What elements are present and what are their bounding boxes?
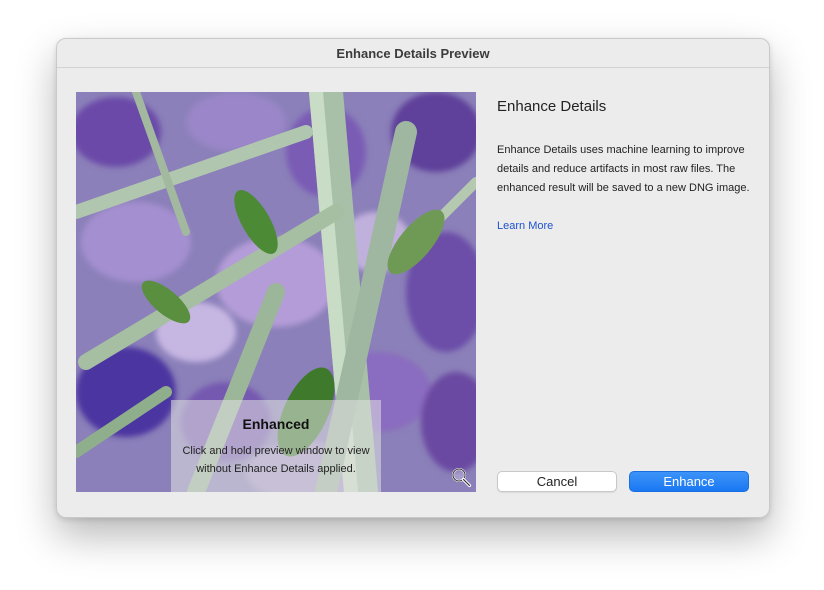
dialog-window: Enhance Details Preview Enhanced Click a… — [56, 38, 770, 518]
preview-overlay: Enhanced Click and hold preview window t… — [171, 400, 381, 492]
info-panel: Enhance Details Enhance Details uses mac… — [497, 92, 752, 234]
overlay-title: Enhanced — [242, 416, 310, 432]
overlay-instructions: Click and hold preview window to view wi… — [182, 445, 370, 475]
preview-image[interactable]: Enhanced Click and hold preview window t… — [76, 92, 476, 492]
panel-title: Enhance Details — [497, 98, 607, 115]
learn-more-link[interactable]: Learn More — [497, 220, 553, 232]
enhance-button[interactable]: Enhance — [629, 471, 749, 492]
cancel-button[interactable]: Cancel — [497, 471, 617, 492]
zoom-icon[interactable] — [450, 466, 472, 488]
panel-description: Enhance Details uses machine learning to… — [497, 144, 750, 194]
window-title: Enhance Details Preview — [57, 39, 769, 68]
